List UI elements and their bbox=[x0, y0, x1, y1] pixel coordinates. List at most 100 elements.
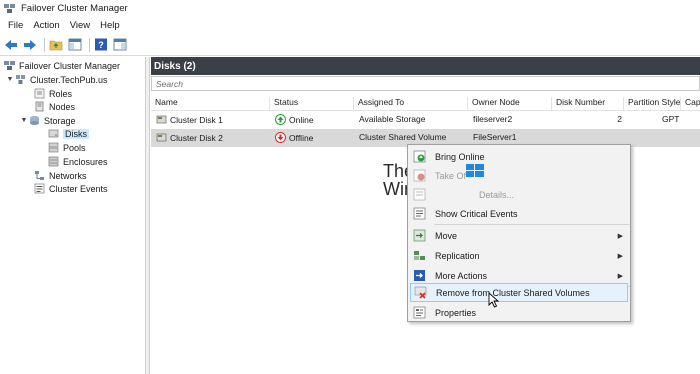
cell-partition-style: GPT bbox=[662, 114, 680, 124]
tree-label: Nodes bbox=[49, 101, 76, 112]
cell-name: Cluster Disk 2 bbox=[156, 132, 223, 143]
menu-item-replication[interactable]: Replication ▶ bbox=[410, 246, 628, 265]
tree-label: Pools bbox=[63, 142, 86, 153]
cluster-manager-icon bbox=[4, 3, 15, 14]
cluster-icon bbox=[15, 74, 26, 85]
submenu-arrow-icon: ▶ bbox=[617, 272, 623, 280]
menu-item-take-offline[interactable]: Take Of bbox=[410, 166, 628, 185]
tree-label: Disks bbox=[63, 128, 89, 139]
cell-assigned-to: Available Storage bbox=[359, 114, 426, 124]
menu-item-remove-from-csv[interactable]: Remove from Cluster Shared Volumes bbox=[410, 283, 628, 302]
disk-icon bbox=[48, 128, 59, 139]
replication-icon bbox=[413, 249, 426, 262]
show-hide-tree-icon[interactable] bbox=[67, 37, 83, 53]
cell-disk-number: 2 bbox=[617, 114, 622, 124]
cluster-disk-icon bbox=[156, 114, 167, 125]
column-header-assigned-to[interactable]: Assigned To bbox=[354, 97, 468, 110]
tree-item-pools[interactable]: Pools bbox=[48, 141, 86, 154]
chevron-down-icon[interactable]: ▼ bbox=[20, 117, 28, 124]
menu-item-bring-online[interactable]: Bring Online bbox=[410, 147, 628, 166]
status-text: Offline bbox=[289, 132, 314, 143]
cell-name: Cluster Disk 1 bbox=[156, 114, 223, 125]
more-actions-icon bbox=[413, 269, 426, 282]
menu-item-properties[interactable]: Properties bbox=[410, 303, 628, 322]
menu-item-label: Show Critical Events bbox=[435, 208, 518, 219]
submenu-arrow-icon: ▶ bbox=[617, 232, 623, 240]
tree-item-disks[interactable]: Disks bbox=[48, 127, 89, 140]
column-header-partition-style[interactable]: Partition Style bbox=[624, 97, 681, 110]
tree-item-enclosures[interactable]: Enclosures bbox=[48, 155, 108, 168]
menu-separator bbox=[434, 224, 630, 225]
remove-csv-icon bbox=[414, 286, 427, 299]
cluster-manager-icon bbox=[4, 60, 15, 71]
menu-item-label: More Actions bbox=[435, 270, 488, 281]
menu-item-show-critical-events[interactable]: Show Critical Events bbox=[410, 204, 628, 223]
toolbar: ? bbox=[0, 34, 700, 56]
storage-icon bbox=[29, 115, 40, 126]
menu-item-move[interactable]: Move ▶ bbox=[410, 226, 628, 245]
tree-label: Failover Cluster Manager bbox=[19, 60, 121, 71]
tree-label: Cluster Events bbox=[49, 183, 108, 194]
menu-item-label: Details... bbox=[479, 189, 515, 200]
tree-label: Cluster.TechPub.us bbox=[30, 74, 108, 85]
menu-action[interactable]: Action bbox=[28, 20, 64, 31]
column-header-disk-number[interactable]: Disk Number bbox=[552, 97, 624, 110]
take-offline-icon bbox=[413, 169, 426, 182]
chevron-down-icon[interactable]: ▼ bbox=[6, 76, 14, 83]
tree-item-roles[interactable]: Roles bbox=[34, 87, 72, 100]
up-folder-icon[interactable] bbox=[48, 37, 64, 53]
menu-item-label: Properties bbox=[435, 307, 477, 318]
offline-arrow-icon bbox=[275, 132, 286, 143]
menu-help[interactable]: Help bbox=[95, 20, 125, 31]
tree-item-failover-cluster-manager[interactable]: Failover Cluster Manager bbox=[4, 59, 120, 72]
context-menu: Bring Online Take Of Details... Show Cri… bbox=[407, 144, 631, 322]
nodes-icon bbox=[34, 101, 45, 112]
windows-logo-icon bbox=[466, 164, 484, 177]
menu-file[interactable]: File bbox=[3, 20, 28, 31]
move-icon bbox=[413, 229, 426, 242]
pane-title: Disks (2) bbox=[151, 57, 700, 75]
tree-label: Enclosures bbox=[63, 156, 108, 167]
menu-item-label: Bring Online bbox=[435, 151, 485, 162]
title-bar: Failover Cluster Manager bbox=[0, 0, 700, 17]
toolbar-separator bbox=[89, 37, 90, 52]
back-arrow-icon[interactable] bbox=[3, 37, 19, 53]
enclosures-icon bbox=[48, 156, 59, 167]
forward-arrow-icon[interactable] bbox=[22, 37, 38, 53]
pools-icon bbox=[48, 142, 59, 153]
table-row[interactable]: Cluster Disk 1 Online Available Storage … bbox=[151, 111, 700, 129]
cell-status: Offline bbox=[275, 132, 313, 143]
menu-item-label: Take Of bbox=[435, 170, 467, 181]
column-headers: Name Status Assigned To Owner Node Disk … bbox=[151, 96, 700, 111]
menu-item-label: Replication bbox=[435, 250, 480, 261]
window-title: Failover Cluster Manager bbox=[21, 3, 128, 14]
properties-icon bbox=[413, 306, 426, 319]
tree-item-storage[interactable]: ▼ Storage bbox=[20, 114, 76, 127]
help-icon[interactable]: ? bbox=[93, 37, 109, 53]
tree-label: Storage bbox=[44, 115, 76, 126]
toolbar-separator bbox=[44, 37, 45, 52]
menu-item-information-details[interactable]: Details... bbox=[410, 185, 628, 204]
tree-item-nodes[interactable]: Nodes bbox=[34, 100, 75, 113]
cell-owner-node: fileserver2 bbox=[473, 114, 513, 124]
tree-item-cluster-events[interactable]: Cluster Events bbox=[34, 182, 108, 195]
action-pane-icon[interactable] bbox=[112, 37, 128, 53]
disk-name: Cluster Disk 1 bbox=[170, 114, 223, 125]
critical-events-icon bbox=[413, 207, 426, 220]
column-header-status[interactable]: Status bbox=[270, 97, 354, 110]
pane-splitter[interactable] bbox=[146, 57, 150, 374]
column-header-name[interactable]: Name bbox=[151, 97, 270, 110]
tree-label: Roles bbox=[49, 88, 73, 99]
tree-item-cluster[interactable]: ▼ Cluster.TechPub.us bbox=[6, 73, 108, 86]
menu-bar: File Action View Help bbox=[0, 17, 700, 34]
column-header-owner-node[interactable]: Owner Node bbox=[468, 97, 552, 110]
networks-icon bbox=[34, 170, 45, 181]
menu-view[interactable]: View bbox=[65, 20, 95, 31]
column-header-capacity[interactable]: Cap bbox=[681, 97, 700, 110]
search-input[interactable]: Search bbox=[151, 76, 700, 91]
events-icon bbox=[34, 183, 45, 194]
tree-label: Networks bbox=[49, 170, 87, 181]
tree-item-networks[interactable]: Networks bbox=[34, 169, 87, 182]
online-arrow-icon bbox=[275, 114, 286, 125]
status-text: Online bbox=[289, 114, 314, 125]
